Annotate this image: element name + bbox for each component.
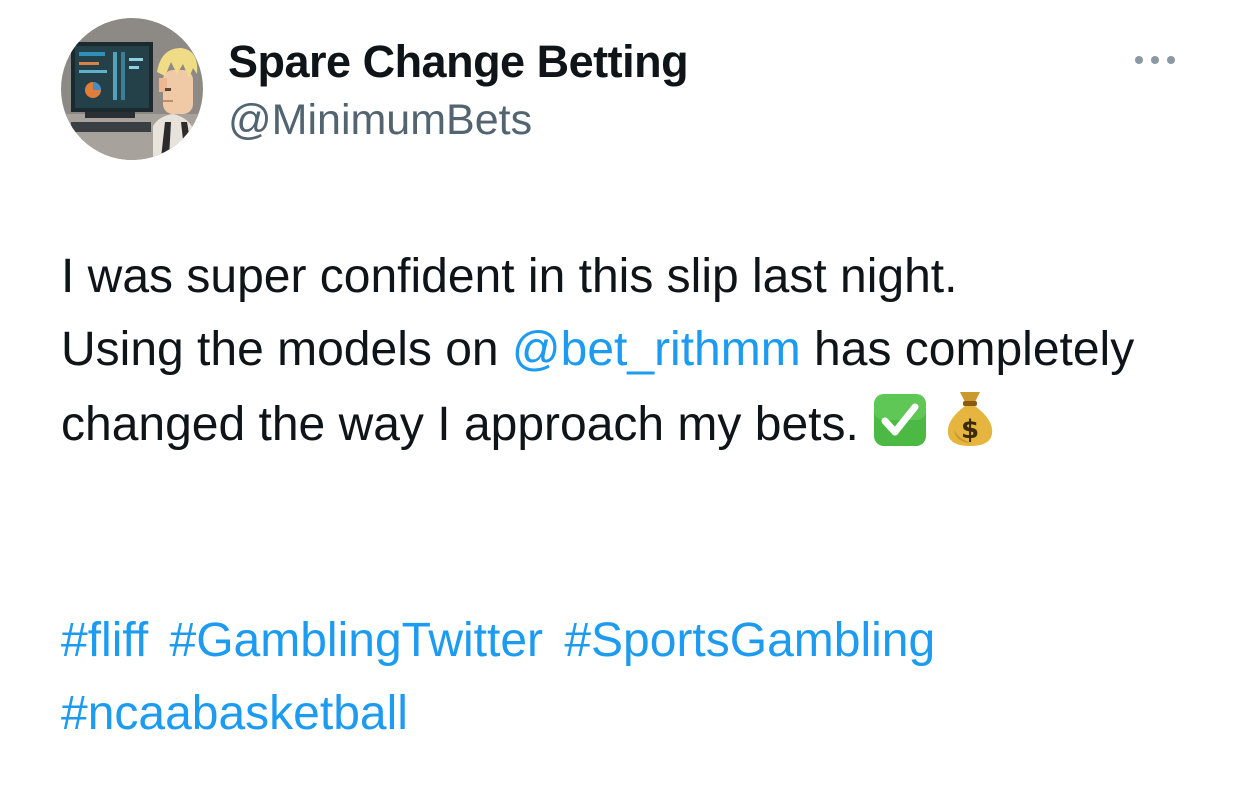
- hashtag-link[interactable]: #ncaabasketball: [61, 687, 408, 740]
- tweet-text: I was super confident in this slip last …: [61, 240, 1181, 469]
- tweet-text-segment: Using the models on: [61, 323, 512, 376]
- more-options-button[interactable]: [1132, 50, 1178, 70]
- tweet-text-paragraph: Using the models on @bet_rithmm has comp…: [61, 313, 1181, 469]
- hashtag-link[interactable]: #GamblingTwitter: [170, 614, 543, 667]
- author-handle[interactable]: @MinimumBets: [228, 94, 688, 146]
- tweet-text-sentence: I was super confident in this slip last …: [61, 250, 958, 303]
- check-mark-button-emoji-icon: [872, 392, 928, 469]
- author-display-name[interactable]: Spare Change Betting: [228, 36, 689, 88]
- svg-text:$: $: [960, 415, 978, 445]
- mention-link[interactable]: @bet_rithmm: [512, 323, 801, 376]
- author-info: Spare Change Betting @MinimumBets: [228, 36, 689, 146]
- money-bag-emoji-icon: $: [942, 386, 998, 469]
- tweet-card: Spare Change Betting @MinimumBets I was …: [0, 0, 1242, 787]
- hashtag-list: #fliff #GamblingTwitter #SportsGambling …: [61, 604, 1181, 750]
- hashtag-link[interactable]: #fliff: [61, 614, 148, 667]
- author-avatar[interactable]: [61, 18, 203, 160]
- tweet-text-line: I was super confident in this slip last …: [61, 240, 1181, 313]
- pixel-art-person-at-computer-avatar-icon: [61, 18, 203, 160]
- hashtag-link[interactable]: #SportsGambling: [564, 614, 935, 667]
- more-horizontal-icon: [1135, 56, 1175, 64]
